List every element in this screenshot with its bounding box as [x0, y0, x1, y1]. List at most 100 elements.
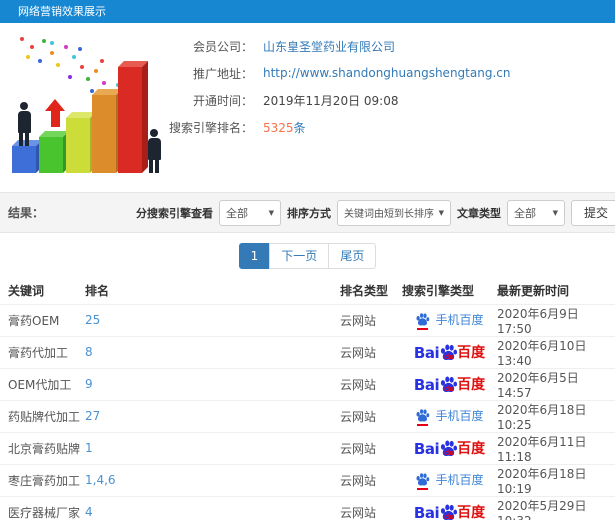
- bar-blue: [12, 146, 36, 173]
- last-page-button[interactable]: 尾页: [328, 242, 377, 269]
- cell-time: 2020年6月18日 10:19: [497, 463, 615, 496]
- result-label: 结果：: [8, 206, 45, 220]
- cell-rank-type: 云网站: [340, 495, 402, 520]
- baidu-paw-icon: du: [439, 503, 458, 520]
- filter-group: 分搜索引擎查看 全部 ▼ 排序方式 关键词由短到长排序 ▼ 文章类型 全部 ▼ …: [135, 199, 615, 226]
- baidu-name: 百度: [457, 441, 486, 457]
- baidu-name: 百度: [457, 377, 486, 393]
- table-row: 膏药代加工 8 云网站 Bai du 百度 2020年6月10日 13:40: [0, 335, 615, 368]
- pagination: 1 下一页 尾页: [0, 233, 615, 278]
- cell-engine: Bai du 百度: [402, 431, 497, 464]
- engine-filter-label: 分搜索引擎查看: [135, 206, 213, 220]
- baidu-du: du: [444, 385, 455, 393]
- mobile-baidu-label: 手机百度: [435, 312, 484, 327]
- cell-keyword: 枣庄膏药加工: [0, 463, 85, 496]
- rank-link[interactable]: 1: [85, 441, 93, 455]
- header-rank: 排名: [85, 284, 110, 299]
- engine-baidu: Bai du 百度: [414, 502, 485, 520]
- engine-rank-row: 搜索引擎排名： 5325条: [155, 117, 510, 137]
- header-engine-type: 搜索引擎类型: [402, 284, 475, 299]
- baidu-name: 百度: [457, 505, 486, 520]
- article-type-select[interactable]: 全部 ▼: [506, 199, 565, 226]
- cell-time: 2020年6月5日 14:57: [497, 367, 615, 400]
- baidu-bai: Bai: [413, 344, 440, 362]
- filter-bar: 结果： 分搜索引擎查看 全部 ▼ 排序方式 关键词由短到长排序 ▼ 文章类型 全…: [0, 192, 615, 233]
- rank-link[interactable]: 9: [85, 377, 93, 391]
- cell-time: 2020年6月9日 17:50: [497, 303, 615, 336]
- cell-engine: Bai du 百度: [402, 335, 497, 368]
- header-update-time: 最新更新时间: [497, 284, 570, 299]
- company-row: 会员公司： 山东皇圣堂药业有限公司: [155, 36, 510, 56]
- header-rank-type: 排名类型: [340, 284, 389, 299]
- page-number-current[interactable]: 1: [238, 242, 271, 269]
- company-label: 会员公司：: [192, 39, 253, 54]
- cell-keyword: OEM代加工: [0, 367, 85, 400]
- engine-filter-select[interactable]: 全部 ▼: [218, 199, 281, 226]
- cell-engine: 手机百度: [402, 399, 497, 432]
- open-time-label: 开通时间：: [192, 93, 253, 108]
- cell-rank-type: 云网站: [340, 463, 402, 496]
- header-bar: 网络营销效果展示: [0, 0, 615, 23]
- table-row: 枣庄膏药加工 1,4,6 云网站 手机百度 2020年6月18日 10:19: [0, 463, 615, 496]
- rank-link[interactable]: 1,4,6: [85, 473, 116, 487]
- baidu-du: du: [444, 353, 455, 361]
- header-keyword: 关键词: [8, 284, 45, 299]
- baidu-paw-icon: [415, 408, 430, 426]
- next-page-button[interactable]: 下一页: [269, 242, 330, 269]
- cell-keyword: 医疗器械厂家: [0, 495, 85, 520]
- chart-illustration: [8, 33, 178, 185]
- url-row: 推广地址： http://www.shandonghuangshengtang.…: [155, 63, 510, 83]
- cell-time: 2020年5月29日 10:32: [497, 495, 615, 520]
- table-header-row: 关键词 排名 排名类型 搜索引擎类型 最新更新时间: [0, 278, 615, 304]
- engine-rank-label: 搜索引擎排名：: [168, 120, 253, 135]
- growth-arrow-icon: [44, 99, 66, 127]
- sort-filter-label: 排序方式: [286, 206, 331, 220]
- chevron-down-icon: ▼: [268, 208, 274, 217]
- baidu-paw-icon: [415, 312, 430, 330]
- confetti-decoration: [20, 37, 24, 41]
- rank-link[interactable]: 25: [85, 313, 100, 327]
- engine-mobile: 手机百度: [415, 471, 484, 490]
- table-row: 北京膏药贴牌 1 云网站 Bai du 百度 2020年6月11日 11:18: [0, 431, 615, 464]
- rank-link[interactable]: 27: [85, 409, 100, 423]
- table-row: 医疗器械厂家 4 云网站 Bai du 百度 2020年5月29日 10:32: [0, 495, 615, 520]
- engine-mobile: 手机百度: [415, 407, 484, 426]
- cell-engine: Bai du 百度: [402, 367, 497, 400]
- rank-link[interactable]: 8: [85, 345, 93, 359]
- sort-filter-select[interactable]: 关键词由短到长排序 ▼: [336, 199, 451, 226]
- submit-button[interactable]: 提交: [570, 199, 615, 226]
- cell-rank-type: 云网站: [340, 399, 402, 432]
- info-rows: 会员公司： 山东皇圣堂药业有限公司 推广地址： http://www.shand…: [155, 36, 510, 144]
- engine-mobile: 手机百度: [415, 311, 484, 330]
- table-body: 膏药OEM 25 云网站 手机百度 2020年6月9日 17:50 膏药代加工 …: [0, 303, 615, 520]
- businessman-figure-left: [16, 102, 32, 146]
- baidu-paw-icon: du: [439, 343, 458, 362]
- cell-rank-type: 云网站: [340, 431, 402, 464]
- cell-engine: 手机百度: [402, 303, 497, 336]
- rank-count: 5325: [263, 120, 294, 135]
- cell-rank-type: 云网站: [340, 367, 402, 400]
- baidu-bai: Bai: [413, 504, 440, 520]
- baidu-du: du: [444, 513, 455, 520]
- article-type-label: 文章类型: [456, 206, 501, 220]
- cell-keyword: 膏药OEM: [0, 303, 85, 336]
- promotion-url-link[interactable]: http://www.shandonghuangshengtang.cn: [263, 66, 510, 80]
- bar-red: [118, 67, 142, 173]
- bar-green: [39, 137, 63, 173]
- chevron-down-icon: ▼: [552, 208, 558, 217]
- baidu-bai: Bai: [413, 376, 440, 394]
- cell-keyword: 北京膏药贴牌: [0, 431, 85, 464]
- engine-baidu: Bai du 百度: [414, 342, 485, 362]
- rank-link[interactable]: 4: [85, 505, 93, 519]
- company-link[interactable]: 山东皇圣堂药业有限公司: [263, 38, 395, 55]
- table-row: 膏药OEM 25 云网站 手机百度 2020年6月9日 17:50: [0, 303, 615, 336]
- cell-time: 2020年6月10日 13:40: [497, 335, 615, 368]
- open-time-row: 开通时间： 2019年11月20日 09:08: [155, 90, 510, 110]
- mobile-baidu-label: 手机百度: [435, 472, 484, 487]
- baidu-paw-icon: [415, 472, 430, 490]
- page-title: 网络营销效果展示: [18, 5, 106, 18]
- baidu-du-underline: [417, 487, 429, 490]
- table-row: 药贴牌代加工 27 云网站 手机百度 2020年6月18日 10:25: [0, 399, 615, 432]
- baidu-name: 百度: [457, 345, 486, 361]
- bar-orange: [92, 95, 116, 173]
